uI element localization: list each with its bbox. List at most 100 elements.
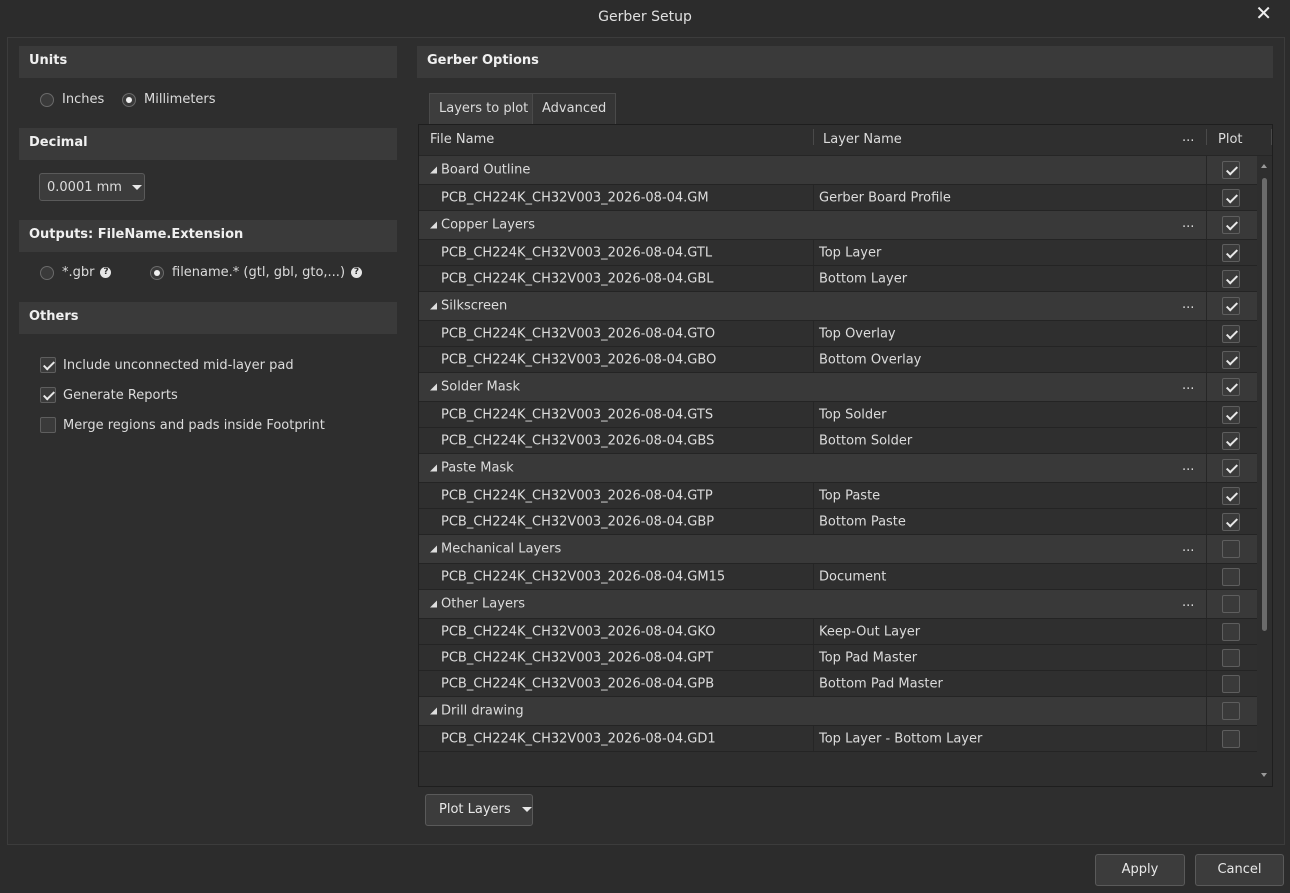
column-divider <box>1206 454 1207 482</box>
plot-layers-button[interactable]: Plot Layers <box>425 794 533 826</box>
group-name: Paste Mask <box>441 460 514 476</box>
plot-checkbox[interactable] <box>1222 729 1240 748</box>
cancel-button[interactable]: Cancel <box>1195 854 1284 886</box>
radio-inches[interactable] <box>40 92 54 107</box>
column-divider <box>1206 321 1207 346</box>
table-row[interactable]: PCB_CH224K_CH32V003_2026-08-04.GD1 Top La… <box>419 726 1257 752</box>
column-more[interactable]: ... <box>1182 130 1194 145</box>
units-inches-radio[interactable]: Inches <box>40 92 104 107</box>
plot-checkbox[interactable] <box>1222 243 1240 262</box>
plot-checkbox[interactable] <box>1222 540 1240 558</box>
vertical-scrollbar[interactable] <box>1257 156 1272 786</box>
collapse-triangle-icon[interactable] <box>430 166 437 174</box>
layer-group-row[interactable]: Paste Mask... <box>419 454 1257 483</box>
table-row[interactable]: PCB_CH224K_CH32V003_2026-08-04.GTS Top So… <box>419 402 1257 428</box>
radio-millimeters[interactable] <box>122 92 136 107</box>
column-plot[interactable]: Plot <box>1218 132 1243 147</box>
outputs-filename-radio[interactable]: filename.* (gtl, gbl, gto,...) ? <box>150 265 363 280</box>
table-row[interactable]: PCB_CH224K_CH32V003_2026-08-04.GM Gerber … <box>419 185 1257 211</box>
tab-layers-to-plot[interactable]: Layers to plot <box>429 93 539 125</box>
scroll-up-icon[interactable] <box>1261 164 1267 168</box>
layer-group-row[interactable]: Drill drawing <box>419 697 1257 726</box>
layer-name-cell: Bottom Paste <box>819 514 906 529</box>
plot-checkbox[interactable] <box>1222 216 1240 234</box>
plot-checkbox[interactable] <box>1222 297 1240 315</box>
collapse-triangle-icon[interactable] <box>430 302 437 310</box>
collapse-triangle-icon[interactable] <box>430 221 437 229</box>
column-divider <box>1206 129 1207 145</box>
plot-checkbox[interactable] <box>1222 269 1240 288</box>
collapse-triangle-icon[interactable] <box>430 464 437 472</box>
layer-group-row[interactable]: Copper Layers... <box>419 211 1257 240</box>
outputs-gbr-radio[interactable]: *.gbr ? <box>40 265 112 280</box>
table-row[interactable]: PCB_CH224K_CH32V003_2026-08-04.GPT Top Pa… <box>419 645 1257 671</box>
column-divider <box>1206 402 1207 427</box>
collapse-triangle-icon[interactable] <box>430 707 437 715</box>
plot-checkbox[interactable] <box>1222 459 1240 477</box>
column-file-name[interactable]: File Name <box>430 132 494 147</box>
table-row[interactable]: PCB_CH224K_CH32V003_2026-08-04.GTO Top Ov… <box>419 321 1257 347</box>
table-row[interactable]: PCB_CH224K_CH32V003_2026-08-04.GKO Keep-O… <box>419 619 1257 645</box>
column-layer-name[interactable]: Layer Name <box>823 132 902 147</box>
group-more[interactable]: ... <box>1182 595 1194 610</box>
collapse-triangle-icon[interactable] <box>430 383 437 391</box>
radio-gbr[interactable] <box>40 265 54 280</box>
layer-group-row[interactable]: Other Layers... <box>419 590 1257 619</box>
checkbox[interactable] <box>40 387 56 403</box>
group-more[interactable]: ... <box>1182 216 1194 231</box>
group-more[interactable]: ... <box>1182 297 1194 312</box>
plot-checkbox[interactable] <box>1222 161 1240 179</box>
table-row[interactable]: PCB_CH224K_CH32V003_2026-08-04.GTL Top La… <box>419 240 1257 266</box>
plot-checkbox[interactable] <box>1222 350 1240 369</box>
layer-name-cell: Bottom Overlay <box>819 352 922 367</box>
tab-advanced[interactable]: Advanced <box>532 93 617 125</box>
plot-checkbox[interactable] <box>1222 595 1240 613</box>
layer-name-cell: Bottom Pad Master <box>819 676 943 691</box>
close-icon[interactable]: ✕ <box>1255 1 1272 25</box>
table-row[interactable]: PCB_CH224K_CH32V003_2026-08-04.GBL Bottom… <box>419 266 1257 292</box>
collapse-triangle-icon[interactable] <box>430 600 437 608</box>
decimal-dropdown[interactable]: 0.0001 mm <box>39 173 145 201</box>
checkbox[interactable] <box>40 357 56 373</box>
scroll-down-icon[interactable] <box>1261 773 1267 777</box>
plot-checkbox[interactable] <box>1222 622 1240 641</box>
group-more[interactable]: ... <box>1182 540 1194 555</box>
plot-checkbox[interactable] <box>1222 512 1240 531</box>
table-row[interactable]: PCB_CH224K_CH32V003_2026-08-04.GBO Bottom… <box>419 347 1257 373</box>
merge-regions-checkbox[interactable]: Merge regions and pads inside Footprint <box>40 417 325 433</box>
group-more[interactable]: ... <box>1182 378 1194 393</box>
plot-checkbox[interactable] <box>1222 431 1240 450</box>
group-name: Mechanical Layers <box>441 541 562 557</box>
layer-group-row[interactable]: Mechanical Layers... <box>419 535 1257 564</box>
scrollbar-thumb[interactable] <box>1262 178 1267 631</box>
checkbox[interactable] <box>40 417 56 433</box>
plot-checkbox[interactable] <box>1222 486 1240 505</box>
include-unconnected-checkbox[interactable]: Include unconnected mid-layer pad <box>40 357 294 373</box>
table-row[interactable]: PCB_CH224K_CH32V003_2026-08-04.GM15 Docum… <box>419 564 1257 590</box>
layer-group-row[interactable]: Board Outline <box>419 156 1257 185</box>
table-row[interactable]: PCB_CH224K_CH32V003_2026-08-04.GTP Top Pa… <box>419 483 1257 509</box>
column-divider <box>813 726 814 751</box>
plot-checkbox[interactable] <box>1222 188 1240 207</box>
generate-reports-checkbox[interactable]: Generate Reports <box>40 387 178 403</box>
table-row[interactable]: PCB_CH224K_CH32V003_2026-08-04.GBS Bottom… <box>419 428 1257 454</box>
help-icon[interactable]: ? <box>351 267 363 278</box>
plot-checkbox[interactable] <box>1222 324 1240 343</box>
column-divider <box>1206 645 1207 670</box>
collapse-triangle-icon[interactable] <box>430 545 437 553</box>
plot-checkbox[interactable] <box>1222 567 1240 586</box>
table-row[interactable]: PCB_CH224K_CH32V003_2026-08-04.GPB Bottom… <box>419 671 1257 697</box>
help-icon[interactable]: ? <box>100 267 112 278</box>
plot-checkbox[interactable] <box>1222 702 1240 720</box>
apply-button[interactable]: Apply <box>1095 854 1185 886</box>
layer-group-row[interactable]: Silkscreen... <box>419 292 1257 321</box>
table-row[interactable]: PCB_CH224K_CH32V003_2026-08-04.GBP Bottom… <box>419 509 1257 535</box>
plot-checkbox[interactable] <box>1222 648 1240 667</box>
units-millimeters-radio[interactable]: Millimeters <box>122 92 216 107</box>
radio-filename[interactable] <box>150 265 164 280</box>
group-more[interactable]: ... <box>1182 459 1194 474</box>
plot-checkbox[interactable] <box>1222 405 1240 424</box>
plot-checkbox[interactable] <box>1222 378 1240 396</box>
layer-group-row[interactable]: Solder Mask... <box>419 373 1257 402</box>
plot-checkbox[interactable] <box>1222 674 1240 693</box>
